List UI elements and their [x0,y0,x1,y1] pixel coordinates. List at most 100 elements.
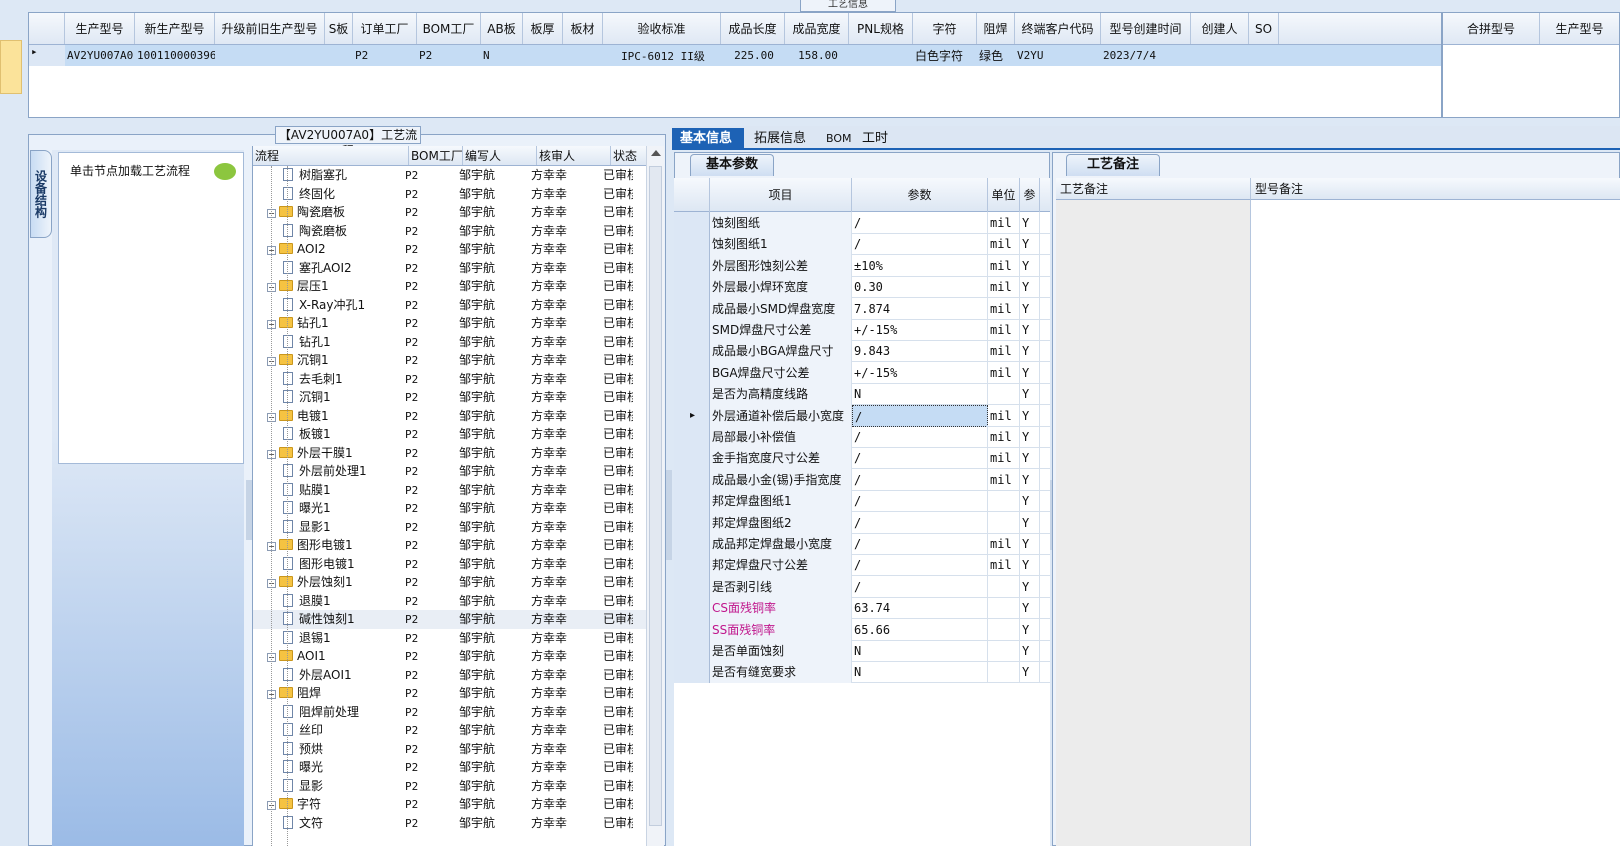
tree-node[interactable]: 文符 [283,814,323,833]
param-value-cell[interactable]: / [852,447,988,470]
tree-node[interactable]: − AOI2 [267,240,326,259]
col-header[interactable]: 成品宽度 [785,13,849,44]
row-selector[interactable] [674,319,710,341]
tree-row[interactable]: 退锡1 P2 邹宇航 方幸幸 已审核 [253,629,647,648]
table-row[interactable]: ▸ 外层通道补偿后最小宽度 / mil Y [674,404,1050,427]
param-unit-cell[interactable] [988,618,1020,641]
param-flag-cell[interactable]: Y [1020,575,1040,598]
col-header[interactable]: 生产型号 [1540,13,1619,44]
row-selector[interactable] [674,490,710,513]
param-value-cell[interactable]: 7.874 [852,297,988,320]
grid-cell[interactable]: 绿色 [977,47,1015,64]
param-value-cell[interactable]: / [852,554,988,577]
tree-node[interactable]: 外层前处理1 [283,462,367,481]
grid-cell[interactable]: 2023/7/4 [1101,49,1191,62]
row-selector[interactable]: ▸ [674,404,710,427]
param-unit-cell[interactable]: mil [988,554,1020,577]
param-unit-cell[interactable] [988,661,1020,684]
param-flag-cell[interactable]: Y [1020,468,1040,491]
param-unit-cell[interactable] [988,640,1020,662]
grid-cell[interactable]: P2 [417,49,481,62]
col-header[interactable]: 板材 [563,13,603,44]
tree-node[interactable]: − 外层蚀刻1 [267,573,353,592]
table-row[interactable]: SMD焊盘尺寸公差 +/-15% mil Y [674,319,1050,341]
col-header[interactable]: 成品长度 [721,13,785,44]
grid-cell[interactable]: V2YU [1015,49,1101,62]
tree-row[interactable]: 阻焊前处理 P2 邹宇航 方幸幸 已审核 [253,703,647,722]
table-row[interactable]: 是否有缝宽要求 N Y [674,661,1050,684]
row-selector[interactable] [674,383,710,406]
param-flag-cell[interactable]: Y [1020,661,1040,684]
tab-work-hours[interactable]: 工时 [854,128,896,150]
param-unit-cell[interactable] [988,597,1020,620]
table-row[interactable]: 是否为高精度线路 N Y [674,383,1050,406]
param-unit-cell[interactable]: mil [988,233,1020,256]
param-unit-cell[interactable]: mil [988,404,1020,427]
tree-row[interactable]: 显影1 P2 邹宇航 方幸幸 已审核 [253,518,647,537]
tree-node[interactable]: − 阻焊 [267,684,321,703]
table-row[interactable]: BGA焊盘尺寸公差 +/-15% mil Y [674,361,1050,384]
tree-row[interactable]: 去毛刺1 P2 邹宇航 方幸幸 已审核 [253,370,647,389]
grid-cell[interactable]: 158.00 [785,49,849,62]
tree-node[interactable]: 终固化 [283,185,335,204]
row-selector[interactable] [674,575,710,598]
col-header[interactable]: 项目 [710,178,852,212]
row-selector[interactable] [674,447,710,470]
table-row[interactable]: 邦定焊盘图纸2/ Y [674,511,1050,534]
grid-cell[interactable]: 225.00 [721,49,785,62]
param-unit-cell[interactable] [988,383,1020,406]
col-header[interactable]: 创建人 [1191,13,1249,44]
col-header[interactable]: 订单工厂 [353,13,417,44]
tree-node[interactable]: 曝光 [283,758,323,777]
param-flag-cell[interactable]: Y [1020,254,1040,277]
param-flag-cell[interactable]: Y [1020,319,1040,341]
tree-node[interactable]: 丝印 [283,721,323,740]
tree-node[interactable]: − 图形电镀1 [267,536,353,555]
tree-row[interactable]: −钻孔1 P2 邹宇航 方幸幸 已审核 [253,314,647,333]
param-value-cell[interactable]: / [852,575,988,598]
row-selector[interactable]: ▸ [29,45,65,66]
col-header[interactable]: 型号备注 [1251,178,1620,200]
param-value-cell[interactable]: / [852,533,988,555]
param-unit-cell[interactable]: mil [988,276,1020,299]
tree-node[interactable]: 去毛刺1 [283,370,343,389]
tree-node[interactable]: 退膜1 [283,592,331,611]
param-flag-cell[interactable]: Y [1020,233,1040,256]
table-row[interactable]: 是否单面蚀刻 N Y [674,640,1050,662]
tree-node[interactable]: − 钻孔1 [267,314,329,333]
tree-node[interactable]: 沉铜1 [283,388,331,407]
param-value-cell[interactable]: / [852,490,988,513]
row-selector[interactable] [674,361,710,384]
param-unit-cell[interactable] [988,511,1020,534]
row-selector[interactable] [674,533,710,555]
param-flag-cell[interactable]: Y [1020,533,1040,555]
tree-node[interactable]: 图形电镀1 [283,555,355,574]
param-value-cell[interactable]: / [852,212,988,234]
param-value-cell[interactable]: N [852,661,988,684]
table-row[interactable]: 邦定焊盘图纸1/ Y [674,490,1050,513]
row-selector[interactable] [674,297,710,320]
param-value-cell[interactable]: / [852,511,988,534]
row-selector[interactable] [674,661,710,684]
param-unit-cell[interactable]: mil [988,533,1020,555]
col-header[interactable]: 板厚 [523,13,563,44]
tree-row[interactable]: 塞孔AOI2 P2 邹宇航 方幸幸 已审核 [253,259,647,278]
tree-node[interactable]: X-Ray冲孔1 [283,296,365,315]
param-unit-cell[interactable] [988,575,1020,598]
tree-row[interactable]: X-Ray冲孔1 P2 邹宇航 方幸幸 已审核 [253,296,647,315]
tree-node[interactable]: 曝光1 [283,499,331,518]
param-flag-cell[interactable]: Y [1020,297,1040,320]
tree-node[interactable]: 外层AOI1 [283,666,352,685]
tree-row[interactable]: 文符 P2 邹宇航 方幸幸 已审核 [253,814,647,833]
col-header[interactable]: 核审人 [537,146,611,165]
col-header[interactable]: 型号创建时间 [1101,13,1191,44]
col-header[interactable]: BOM工厂 [409,146,463,165]
grid-cell[interactable]: IPC-6012 II级 [603,48,721,64]
col-header[interactable]: 工艺备注 [1056,178,1251,200]
row-selector[interactable] [674,618,710,641]
param-unit-cell[interactable] [988,490,1020,513]
col-header[interactable]: 流程 [253,146,409,165]
tab-process-remarks[interactable]: 工艺备注 [1066,154,1160,176]
row-selector[interactable] [674,511,710,534]
param-unit-cell[interactable]: mil [988,319,1020,341]
